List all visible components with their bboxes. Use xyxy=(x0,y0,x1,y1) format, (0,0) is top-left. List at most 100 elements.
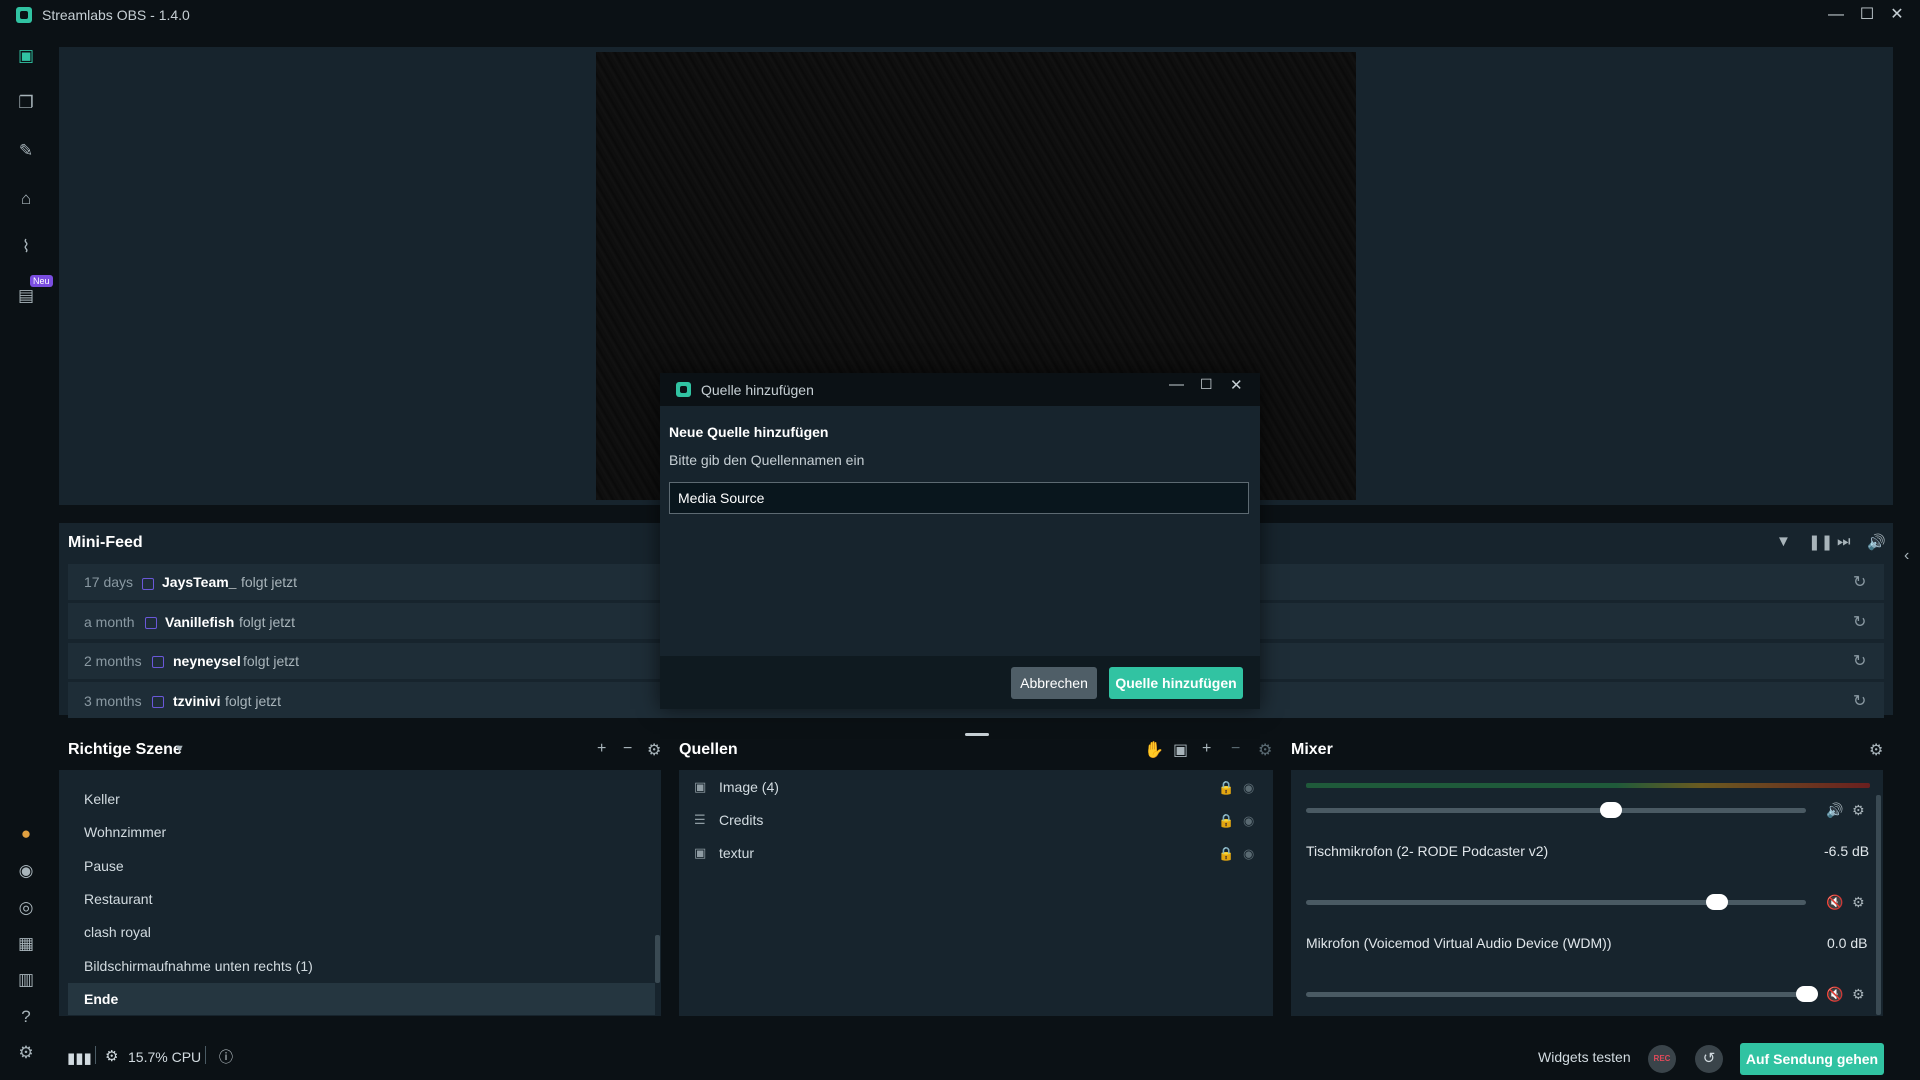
replay-icon[interactable]: ↻ xyxy=(1853,691,1866,711)
source-name-input[interactable] xyxy=(669,482,1249,514)
mixer-channel-name: Tischmikrofon (2- RODE Podcaster v2) xyxy=(1306,843,1549,859)
divider xyxy=(205,1046,206,1064)
audio-settings-icon[interactable]: ⚙ xyxy=(1852,802,1865,819)
scene-item[interactable]: Keller xyxy=(84,791,120,807)
replay-icon[interactable]: ↻ xyxy=(1853,651,1866,671)
replay-icon[interactable]: ↻ xyxy=(1853,612,1866,632)
minimize-icon[interactable]: — xyxy=(1825,4,1847,26)
scene-item[interactable]: Restaurant xyxy=(84,891,152,907)
skip-alert-icon[interactable]: ⏭ xyxy=(1837,533,1851,550)
scene-settings-icon[interactable]: ⚙ xyxy=(647,740,661,760)
follow-icon xyxy=(152,696,164,708)
add-folder-icon[interactable]: ▣ xyxy=(1173,740,1188,760)
stats-icon[interactable]: ▮▮▮ xyxy=(67,1049,92,1067)
replay-buffer-icon[interactable]: ↺ xyxy=(1695,1045,1723,1073)
mixer-title: Mixer xyxy=(1291,741,1333,758)
lock-icon[interactable]: 🔒 xyxy=(1218,780,1234,796)
highlighter-icon[interactable]: ▤ xyxy=(15,285,37,307)
pause-feed-icon[interactable]: ❚❚ xyxy=(1808,533,1833,551)
feed-action: folgt jetzt xyxy=(225,693,282,709)
mixer-scrollbar[interactable] xyxy=(1876,795,1881,1015)
feed-time: 3 months xyxy=(84,693,142,709)
themes-icon[interactable]: ✎ xyxy=(15,140,37,162)
new-badge: Neu xyxy=(30,275,53,287)
dialog-minimize-icon[interactable]: — xyxy=(1169,376,1184,393)
feed-action: folgt jetzt xyxy=(243,653,300,669)
studio-icon[interactable]: ▣ xyxy=(15,45,37,67)
maximize-icon[interactable]: ☐ xyxy=(1856,4,1878,26)
source-item[interactable]: Credits xyxy=(719,812,763,828)
collapse-panel-icon[interactable]: ‹ xyxy=(1904,547,1909,565)
add-scene-icon[interactable]: + xyxy=(597,740,606,758)
settings-icon[interactable]: ⚙ xyxy=(15,1042,37,1064)
dialog-maximize-icon[interactable]: ☐ xyxy=(1200,376,1213,393)
audio-settings-icon[interactable]: ⚙ xyxy=(1852,986,1865,1003)
streamlabs-logo-icon xyxy=(676,382,691,397)
source-settings-icon[interactable]: ⚙ xyxy=(1258,740,1272,760)
prime-icon[interactable]: ● xyxy=(15,823,37,845)
source-item[interactable]: Image (4) xyxy=(719,779,779,795)
remove-source-icon[interactable]: − xyxy=(1231,740,1240,758)
replay-icon[interactable]: ↻ xyxy=(1853,572,1866,592)
mute-alerts-icon[interactable]: 🔊 xyxy=(1867,533,1886,551)
visibility-icon[interactable]: ◉ xyxy=(1243,780,1254,796)
source-item[interactable]: textur xyxy=(719,845,754,861)
scene-collection-title[interactable]: Richtige Szene xyxy=(68,741,182,759)
info-icon[interactable]: ⓘ xyxy=(219,1047,233,1067)
dashboard-icon[interactable]: ▦ xyxy=(15,933,37,955)
remove-scene-icon[interactable]: − xyxy=(623,740,632,758)
scenes-scrollbar[interactable] xyxy=(655,935,660,983)
mixer-channel-name: Mikrofon (Voicemod Virtual Audio Device … xyxy=(1306,935,1612,951)
dialog-prompt: Bitte gib den Quellennamen ein xyxy=(669,452,865,468)
lock-icon[interactable]: 🔒 xyxy=(1218,813,1234,829)
scene-item[interactable]: Ende xyxy=(84,991,118,1007)
feed-action: folgt jetzt xyxy=(241,574,298,590)
volume-slider[interactable] xyxy=(1306,992,1806,997)
mini-feed-title: Mini-Feed xyxy=(68,534,143,551)
scene-selected-row[interactable] xyxy=(68,983,655,1015)
volume-slider-knob[interactable] xyxy=(1706,894,1728,910)
volume-slider-knob[interactable] xyxy=(1600,802,1622,818)
text-icon: ☰ xyxy=(694,812,706,827)
scene-item[interactable]: Pause xyxy=(84,858,124,874)
add-source-icon[interactable]: + xyxy=(1202,740,1211,758)
analytics-icon[interactable]: ⌇ xyxy=(15,236,37,258)
chat-icon[interactable]: ◉ xyxy=(15,860,37,882)
streamlabs-logo-icon xyxy=(16,7,32,23)
mixer-settings-icon[interactable]: ⚙ xyxy=(1869,740,1883,760)
scene-item[interactable]: Wohnzimmer xyxy=(84,824,166,840)
source-effects-icon[interactable]: ✋ xyxy=(1144,740,1164,760)
help-icon[interactable]: ? xyxy=(15,1006,37,1028)
feed-action: folgt jetzt xyxy=(239,614,296,630)
widgets-test-button[interactable]: Widgets testen xyxy=(1538,1049,1631,1065)
go-live-button[interactable]: Auf Sendung gehen xyxy=(1740,1043,1884,1075)
scene-item[interactable]: Bildschirmaufnahme unten rechts (1) xyxy=(84,958,313,974)
follow-icon xyxy=(142,578,154,590)
record-button[interactable]: REC xyxy=(1648,1045,1676,1073)
volume-slider-knob[interactable] xyxy=(1796,986,1818,1002)
dialog-close-icon[interactable]: ✕ xyxy=(1230,376,1243,394)
chevron-down-icon[interactable]: ▼ xyxy=(174,743,185,755)
visibility-icon[interactable]: ◉ xyxy=(1243,846,1254,862)
scene-item[interactable]: clash royal xyxy=(84,924,151,940)
add-source-button[interactable]: Quelle hinzufügen xyxy=(1109,667,1243,699)
feed-name: neyneysel xyxy=(173,653,241,669)
volume-icon[interactable]: 🔊 xyxy=(1826,802,1843,819)
visibility-icon[interactable]: ◉ xyxy=(1243,813,1254,829)
muted-icon[interactable]: 🔇 xyxy=(1826,986,1843,1003)
volume-slider[interactable] xyxy=(1306,900,1806,905)
feed-time: 2 months xyxy=(84,653,142,669)
volume-slider[interactable] xyxy=(1306,808,1806,813)
audio-settings-icon[interactable]: ⚙ xyxy=(1852,894,1865,911)
filter-icon[interactable]: ▼ xyxy=(1776,533,1791,550)
close-icon[interactable]: ✕ xyxy=(1886,4,1908,26)
app-store-icon[interactable]: ⌂ xyxy=(15,188,37,210)
cancel-button[interactable]: Abbrechen xyxy=(1011,667,1097,699)
lock-icon[interactable]: 🔒 xyxy=(1218,846,1234,862)
feed-name: JaysTeam_ xyxy=(162,574,237,590)
layout-editor-icon[interactable]: ❐ xyxy=(15,92,37,114)
layers-icon[interactable]: ▥ xyxy=(15,969,37,991)
panel-resize-handle[interactable] xyxy=(965,733,989,736)
muted-icon[interactable]: 🔇 xyxy=(1826,894,1843,911)
comments-icon[interactable]: ◎ xyxy=(15,897,37,919)
